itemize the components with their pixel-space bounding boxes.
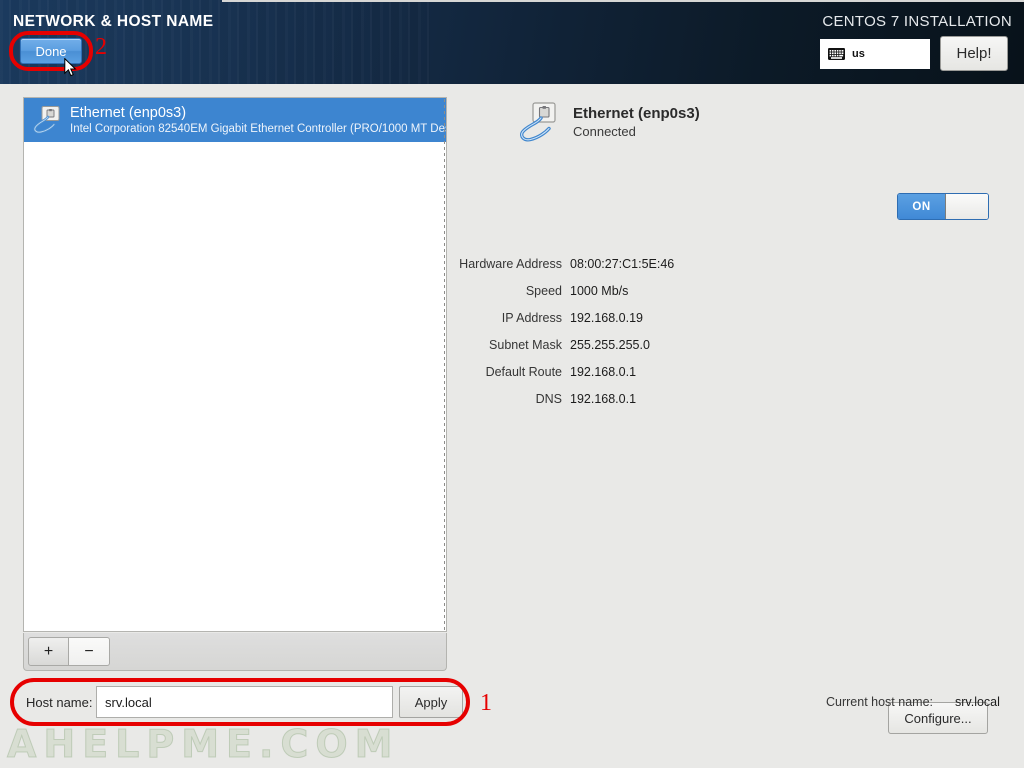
site-watermark: AHELPME.COM bbox=[6, 722, 400, 767]
device-detail-header: Ethernet (enp0s3) Connected bbox=[519, 102, 700, 144]
property-row: Speed 1000 Mb/s bbox=[455, 277, 855, 304]
apply-button[interactable]: Apply bbox=[399, 686, 463, 718]
list-item-title: Ethernet (enp0s3) bbox=[70, 104, 187, 121]
property-value: 192.168.0.1 bbox=[570, 364, 637, 379]
remove-device-button[interactable]: − bbox=[69, 637, 110, 666]
hostname-input[interactable] bbox=[96, 686, 393, 718]
keyboard-icon bbox=[828, 48, 845, 60]
apply-button-label: Apply bbox=[414, 694, 448, 710]
list-item[interactable]: Ethernet (enp0s3) Intel Corporation 8254… bbox=[24, 98, 446, 142]
add-device-button[interactable]: + bbox=[28, 637, 69, 666]
property-row: IP Address 192.168.0.19 bbox=[455, 304, 855, 331]
list-item-description: Intel Corporation 82540EM Gigabit Ethern… bbox=[70, 122, 446, 135]
network-device-list[interactable]: Ethernet (enp0s3) Intel Corporation 8254… bbox=[23, 97, 447, 632]
property-row: Subnet Mask 255.255.255.0 bbox=[455, 331, 855, 358]
installer-title: CENTOS 7 INSTALLATION bbox=[822, 13, 1012, 30]
help-button-label: Help! bbox=[956, 45, 992, 62]
list-focus-indicator bbox=[444, 99, 445, 631]
device-detail-texts: Ethernet (enp0s3) Connected bbox=[573, 102, 700, 141]
property-row: DNS 192.168.0.1 bbox=[455, 385, 855, 412]
app-header: NETWORK & HOST NAME CENTOS 7 INSTALLATIO… bbox=[0, 0, 1024, 84]
list-item-texts: Ethernet (enp0s3) Intel Corporation 8254… bbox=[70, 105, 446, 136]
property-label: Speed bbox=[525, 283, 562, 298]
done-button-label: Done bbox=[35, 43, 67, 59]
device-properties: Hardware Address 08:00:27:C1:5E:46 Speed… bbox=[455, 250, 855, 412]
configure-button-label: Configure... bbox=[904, 710, 972, 726]
current-hostname-value: srv.local bbox=[955, 695, 1000, 709]
device-list-toolbar: + − bbox=[23, 633, 447, 671]
property-label: DNS bbox=[535, 391, 562, 406]
keyboard-layout-indicator[interactable]: us bbox=[820, 39, 930, 69]
property-value: 08:00:27:C1:5E:46 bbox=[570, 256, 675, 271]
property-label: Default Route bbox=[485, 364, 562, 379]
device-detail-title: Ethernet (enp0s3) bbox=[573, 105, 700, 122]
toggle-knob[interactable] bbox=[945, 194, 988, 219]
wired-network-icon bbox=[520, 102, 556, 142]
add-device-label: + bbox=[43, 642, 54, 660]
annotation-marker-1: 1 bbox=[480, 690, 492, 716]
main-content: Ethernet (enp0s3) Intel Corporation 8254… bbox=[0, 84, 1024, 768]
toggle-state-label: ON bbox=[898, 194, 945, 219]
page-title: NETWORK & HOST NAME bbox=[13, 13, 214, 30]
property-value: 192.168.0.19 bbox=[570, 310, 643, 325]
done-button[interactable]: Done bbox=[20, 38, 82, 64]
annotation-marker-2: 2 bbox=[95, 34, 107, 60]
property-row: Hardware Address 08:00:27:C1:5E:46 bbox=[455, 250, 855, 277]
wired-network-icon bbox=[33, 106, 60, 134]
help-button[interactable]: Help! bbox=[940, 36, 1008, 71]
property-row: Default Route 192.168.0.1 bbox=[455, 358, 855, 385]
keyboard-layout-label: us bbox=[852, 48, 865, 60]
current-hostname-label: Current host name: bbox=[826, 695, 933, 709]
property-value: 1000 Mb/s bbox=[570, 283, 629, 298]
device-enable-toggle[interactable]: ON bbox=[897, 193, 989, 220]
property-value: 192.168.0.1 bbox=[570, 391, 637, 406]
remove-device-label: − bbox=[84, 642, 94, 660]
hostname-label: Host name: bbox=[26, 695, 93, 710]
header-top-divider bbox=[222, 0, 1024, 2]
property-value: 255.255.255.0 bbox=[570, 337, 650, 352]
property-label: IP Address bbox=[501, 310, 562, 325]
property-label: Subnet Mask bbox=[489, 337, 562, 352]
property-label: Hardware Address bbox=[459, 256, 562, 271]
device-connection-status: Connected bbox=[573, 124, 636, 139]
